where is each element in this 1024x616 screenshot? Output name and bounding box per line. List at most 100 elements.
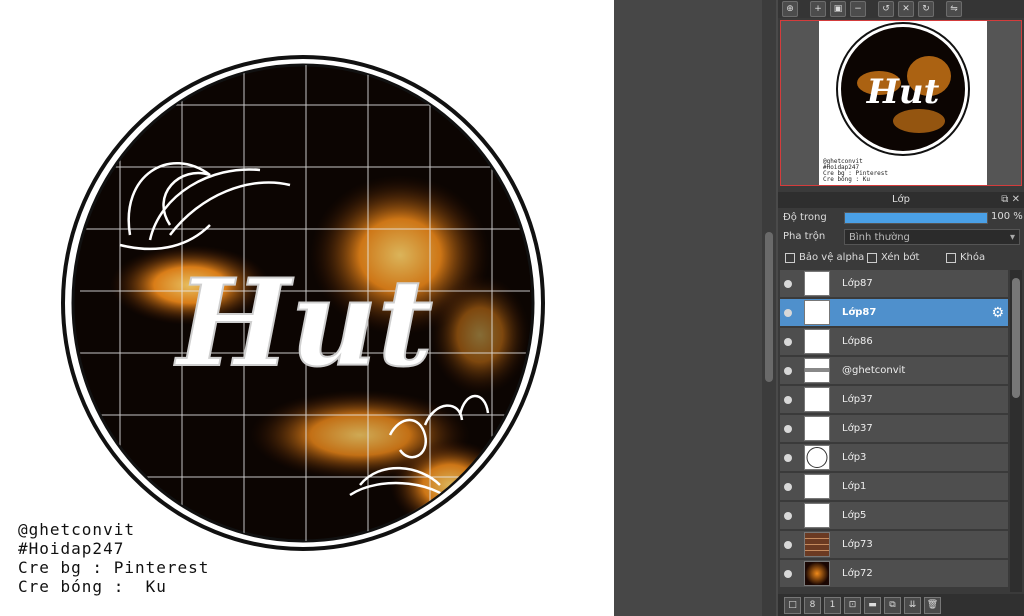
layer-thumbnail [804, 300, 830, 325]
layer-row[interactable]: @ghetconvit [780, 357, 1008, 385]
zoom-out-icon[interactable]: − [850, 1, 866, 17]
layer-thumbnail [804, 503, 830, 528]
artwork: Hut [61, 55, 545, 551]
chevron-down-icon: ▾ [1009, 232, 1015, 243]
zoom-in-icon[interactable]: + [810, 1, 826, 17]
workspace-background [614, 0, 762, 616]
rotate-left-icon[interactable]: ↺ [878, 1, 894, 17]
layer-name: Lớp3 [842, 452, 867, 463]
scrollbar-thumb[interactable] [765, 232, 773, 382]
lock-checkbox[interactable]: Khóa [946, 252, 985, 263]
layer-name: Lớp1 [842, 481, 867, 492]
close-icon[interactable]: ✕ [1012, 194, 1020, 205]
visibility-eye-icon[interactable] [784, 425, 792, 433]
layer-thumbnail [804, 532, 830, 557]
fit-screen-icon[interactable]: ▣ [830, 1, 846, 17]
protect-alpha-label: Bảo vệ alpha [799, 252, 865, 263]
navigator-preview[interactable]: Hut @ghetconvit #Hoidap247 Cre bg : Pint… [780, 20, 1022, 186]
layer-row[interactable]: Lớp73 [780, 531, 1008, 559]
layer-list: Lớp87 Lớp87 ⚙ Lớp86 @ghetconvit Lớp37 Lớp37 Lớp… [780, 270, 1008, 592]
credit-line: Cre bóng : Ku [18, 577, 167, 596]
reset-rotation-icon[interactable]: ✕ [898, 1, 914, 17]
preview-paper: Hut @ghetconvit #Hoidap247 Cre bg : Pint… [819, 21, 987, 185]
layer-thumbnail [804, 329, 830, 354]
layer-row[interactable]: Lớp3 [780, 444, 1008, 472]
layer-thumbnail [804, 271, 830, 296]
folder-icon[interactable]: ▬ [864, 596, 881, 614]
visibility-eye-icon[interactable] [784, 309, 792, 317]
layer-row[interactable]: Lớp72 [780, 560, 1008, 588]
layer-name: Lớp86 [842, 336, 873, 347]
vertical-scrollbar[interactable] [762, 0, 776, 616]
layer-name: Lớp37 [842, 394, 873, 405]
layer-thumbnail [804, 387, 830, 412]
merge-layer-icon[interactable]: ⇊ [904, 596, 921, 614]
preview-title: Hut [866, 72, 940, 112]
credit-line: #Hoidap247 [18, 539, 125, 558]
lock-label: Khóa [960, 252, 986, 263]
layer-thumbnail [804, 561, 830, 586]
zoom-fit-icon[interactable]: ⊕ [782, 1, 798, 17]
blend-mode-select[interactable]: Bình thường ▾ [844, 229, 1020, 245]
layer-row[interactable]: Lớp86 [780, 328, 1008, 356]
visibility-eye-icon[interactable] [784, 483, 792, 491]
layer-name: Lớp5 [842, 510, 867, 521]
duplicate-layer-icon[interactable]: ⧉ [884, 596, 901, 614]
layer-actions-toolbar: □ 8 1 ⊡ ▬ ⧉ ⇊ 🗑 [778, 594, 1024, 616]
layer-name: Lớp87 [842, 307, 877, 318]
layer-name: Lớp87 [842, 278, 873, 289]
visibility-eye-icon[interactable] [784, 541, 792, 549]
layer-thumbnail [804, 416, 830, 441]
layer-row[interactable]: Lớp5 [780, 502, 1008, 530]
layer-options: Bảo vệ alpha Xén bớt Khóa [783, 252, 1023, 266]
blend-mode-value: Bình thường [849, 232, 910, 243]
opacity-slider[interactable] [844, 212, 988, 224]
new-layer-1bit-icon[interactable]: 1 [824, 596, 841, 614]
blend-label: Pha trộn [783, 231, 826, 242]
protect-alpha-checkbox[interactable]: Bảo vệ alpha [785, 252, 864, 263]
flip-icon[interactable]: ⇋ [946, 1, 962, 17]
scrollbar-thumb[interactable] [1012, 278, 1020, 398]
preview-credit-line: Cre bóng : Ku [823, 176, 870, 183]
layer-thumbnail [804, 358, 830, 383]
opacity-label: Độ trong [783, 212, 827, 223]
layer-row[interactable]: Lớp87 ⚙ [780, 299, 1008, 327]
new-layer-icon[interactable]: □ [784, 596, 801, 614]
layer-row[interactable]: Lớp87 [780, 270, 1008, 298]
credits-text: @ghetconvit #Hoidap247 Cre bg : Pinteres… [18, 520, 209, 596]
layer-list-scrollbar[interactable] [1010, 270, 1022, 592]
right-panel: ⊕ + ▣ − ↺ ✕ ↻ ⇋ Hut @ghetconvit #Hoidap2… [778, 0, 1024, 616]
visibility-eye-icon[interactable] [784, 367, 792, 375]
opacity-value: 100 % [991, 211, 1023, 222]
new-layer-8bit-icon[interactable]: 8 [804, 596, 821, 614]
visibility-eye-icon[interactable] [784, 396, 792, 404]
clipping-label: Xén bớt [881, 252, 920, 263]
layer-name: Lớp72 [842, 568, 873, 579]
layer-row[interactable]: Lớp37 [780, 386, 1008, 414]
credit-line: @ghetconvit [18, 520, 135, 539]
add-halftone-icon[interactable]: ⊡ [844, 596, 861, 614]
popout-icon[interactable]: ⧉ [1001, 194, 1008, 205]
canvas[interactable]: Hut @ghetconvit #Hoidap247 Cre bg : Pint… [0, 0, 614, 616]
rotate-right-icon[interactable]: ↻ [918, 1, 934, 17]
delete-layer-icon[interactable]: 🗑 [924, 596, 941, 614]
visibility-eye-icon[interactable] [784, 454, 792, 462]
layers-panel-title: Lớp [891, 194, 911, 205]
credit-line: Cre bg : Pinterest [18, 558, 210, 577]
gear-icon[interactable]: ⚙ [991, 305, 1004, 321]
visibility-eye-icon[interactable] [784, 512, 792, 520]
visibility-eye-icon[interactable] [784, 280, 792, 288]
layer-thumbnail [804, 445, 830, 470]
layer-row[interactable]: Lớp1 [780, 473, 1008, 501]
visibility-eye-icon[interactable] [784, 338, 792, 346]
layer-name: Lớp37 [842, 423, 873, 434]
layer-thumbnail [804, 474, 830, 499]
clipping-checkbox[interactable]: Xén bớt [867, 252, 919, 263]
layer-row[interactable]: Lớp37 [780, 415, 1008, 443]
layer-name: @ghetconvit [842, 365, 906, 376]
navigator-toolbar: ⊕ + ▣ − ↺ ✕ ↻ ⇋ [778, 0, 1024, 18]
visibility-eye-icon[interactable] [784, 570, 792, 578]
preview-credits: @ghetconvit #Hoidap247 Cre bg : Pinteres… [823, 159, 888, 183]
artwork-title: Hut [174, 253, 433, 394]
layer-name: Lớp73 [842, 539, 873, 550]
